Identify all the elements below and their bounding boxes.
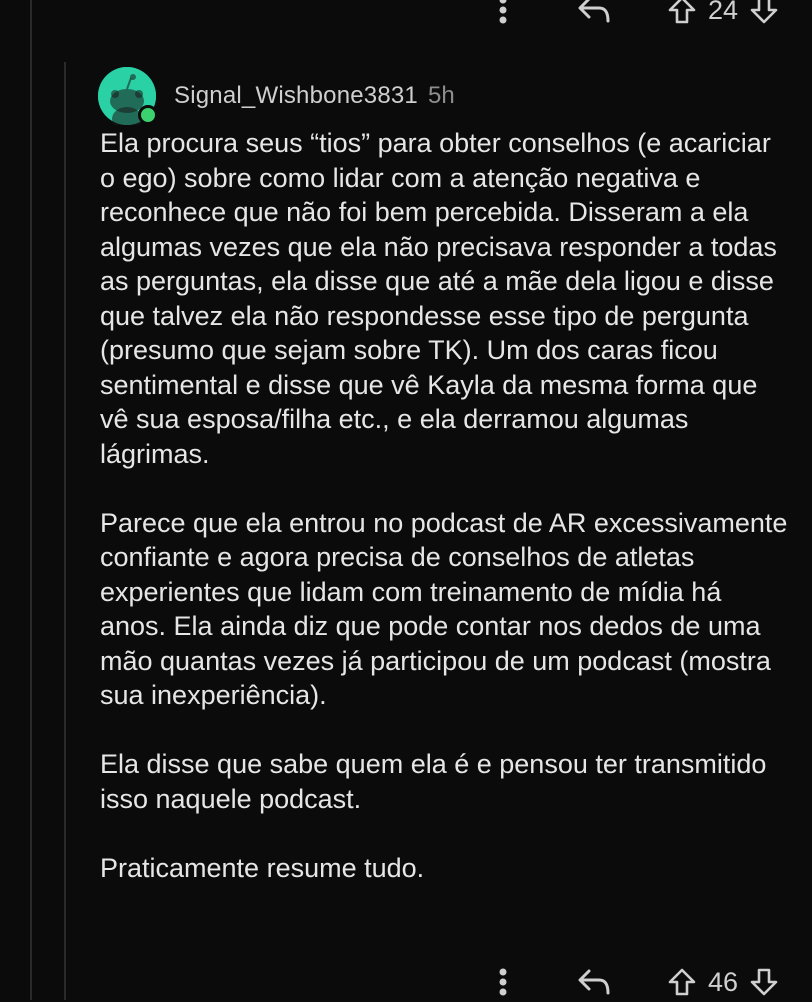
reply-button[interactable] — [574, 962, 614, 1002]
comment-paragraph: Ela disse que sabe quem ela é e pensou t… — [100, 749, 767, 814]
comment-timestamp: 5h — [427, 82, 455, 109]
avatar[interactable] — [98, 67, 158, 125]
upvote-icon — [668, 968, 696, 996]
more-vertical-icon — [499, 968, 507, 996]
downvote-icon — [750, 0, 778, 24]
comment-paragraph: Ela procura seus “tios” para obter conse… — [100, 128, 777, 469]
comment-actions: 46 — [488, 962, 782, 1002]
comment-paragraph: Praticamente resume tudo. — [100, 852, 425, 883]
comment-username[interactable]: Signal_Wishbone3831 — [174, 82, 418, 110]
comment-paragraph: Parece que ela entrou no podcast de AR e… — [100, 507, 788, 711]
parent-comment-actions: 24 — [488, 0, 782, 30]
vote-score: 46 — [707, 966, 739, 997]
downvote-icon — [750, 968, 778, 996]
downvote-button[interactable] — [746, 962, 782, 1002]
thread-line-inner — [64, 62, 66, 1000]
upvote-icon — [668, 0, 696, 24]
downvote-button[interactable] — [746, 0, 782, 30]
reply-icon — [578, 969, 610, 995]
more-vertical-icon — [499, 0, 507, 24]
more-options-button[interactable] — [488, 0, 518, 30]
upvote-button[interactable] — [664, 962, 700, 1002]
reply-button[interactable] — [574, 0, 614, 30]
upvote-button[interactable] — [664, 0, 700, 30]
vote-score: 24 — [707, 0, 739, 25]
comment-header: Signal_Wishbone3831 5h — [98, 66, 455, 126]
thread-line-outer — [30, 0, 32, 1000]
comment-body: Ela procura seus “tios” para obter conse… — [100, 126, 790, 920]
more-options-button[interactable] — [488, 962, 518, 1002]
reply-icon — [578, 0, 610, 23]
online-status-indicator — [138, 105, 158, 125]
